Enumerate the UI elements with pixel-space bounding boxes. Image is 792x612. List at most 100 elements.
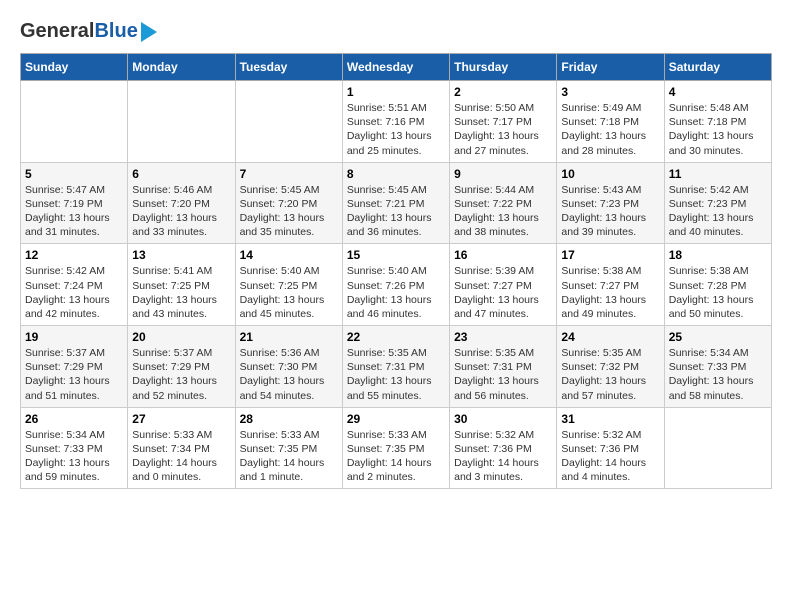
calendar-table: SundayMondayTuesdayWednesdayThursdayFrid…	[20, 53, 772, 489]
logo: GeneralBlue	[20, 20, 157, 43]
calendar-cell: 14Sunrise: 5:40 AMSunset: 7:25 PMDayligh…	[235, 244, 342, 326]
day-number: 17	[561, 248, 659, 262]
day-info: Sunrise: 5:38 AMSunset: 7:28 PMDaylight:…	[669, 264, 767, 321]
day-number: 22	[347, 330, 445, 344]
day-info: Sunrise: 5:46 AMSunset: 7:20 PMDaylight:…	[132, 183, 230, 240]
day-header-sunday: Sunday	[21, 54, 128, 81]
calendar-cell	[21, 81, 128, 163]
calendar-cell: 24 Sunrise: 5:35 AMSunset: 7:32 PMDayligh…	[557, 326, 664, 408]
day-number: 1	[347, 85, 445, 99]
day-number: 29	[347, 412, 445, 426]
day-number: 8	[347, 167, 445, 181]
day-info: Sunrise: 5:42 AMSunset: 7:24 PMDaylight:…	[25, 264, 123, 321]
calendar-cell	[128, 81, 235, 163]
day-header-monday: Monday	[128, 54, 235, 81]
day-info: Sunrise: 5:35 AMSunset: 7:32 PMDaylight:…	[561, 346, 659, 403]
day-number: 24	[561, 330, 659, 344]
page-header: GeneralBlue	[20, 20, 772, 43]
day-number: 28	[240, 412, 338, 426]
calendar-cell: 30 Sunrise: 5:32 AMSunset: 7:36 PMDayligh…	[450, 407, 557, 489]
day-number: 21	[240, 330, 338, 344]
week-row-2: 5 Sunrise: 5:47 AMSunset: 7:19 PMDaylight…	[21, 162, 772, 244]
day-number: 5	[25, 167, 123, 181]
day-info: Sunrise: 5:36 AMSunset: 7:30 PMDaylight:…	[240, 346, 338, 403]
calendar-cell: 19Sunrise: 5:37 AMSunset: 7:29 PMDayligh…	[21, 326, 128, 408]
calendar-cell: 23 Sunrise: 5:35 AMSunset: 7:31 PMDayligh…	[450, 326, 557, 408]
calendar-cell: 17 Sunrise: 5:38 AMSunset: 7:27 PMDayligh…	[557, 244, 664, 326]
day-number: 4	[669, 85, 767, 99]
calendar-cell: 1 Sunrise: 5:51 AMSunset: 7:16 PMDaylight…	[342, 81, 449, 163]
day-header-saturday: Saturday	[664, 54, 771, 81]
day-number: 3	[561, 85, 659, 99]
day-number: 26	[25, 412, 123, 426]
day-number: 19	[25, 330, 123, 344]
week-row-3: 12 Sunrise: 5:42 AMSunset: 7:24 PMDayligh…	[21, 244, 772, 326]
day-number: 25	[669, 330, 767, 344]
day-number: 7	[240, 167, 338, 181]
day-info: Sunrise: 5:32 AMSunset: 7:36 PMDaylight:…	[454, 428, 552, 485]
day-info: Sunrise: 5:34 AMSunset: 7:33 PMDaylight:…	[669, 346, 767, 403]
calendar-cell: 28Sunrise: 5:33 AMSunset: 7:35 PMDayligh…	[235, 407, 342, 489]
calendar-cell: 15 Sunrise: 5:40 AMSunset: 7:26 PMDayligh…	[342, 244, 449, 326]
week-row-4: 19 Sunrise: 5:37 AMSunset: 7:29 PMDayligh…	[21, 326, 772, 408]
day-info: Sunrise: 5:37 AMSunset: 7:29 PMDaylight:…	[132, 346, 230, 403]
day-number: 30	[454, 412, 552, 426]
calendar-cell: 4 Sunrise: 5:48 AMSunset: 7:18 PMDaylight…	[664, 81, 771, 163]
day-number: 15	[347, 248, 445, 262]
calendar-cell: 16 Sunrise: 5:39 AMSunset: 7:27 PMDayligh…	[450, 244, 557, 326]
calendar-cell: 13 Sunrise: 5:41 AMSunset: 7:25 PMDayligh…	[128, 244, 235, 326]
calendar-cell: 6 Sunrise: 5:46 AMSunset: 7:20 PMDaylight…	[128, 162, 235, 244]
day-number: 12	[25, 248, 123, 262]
calendar-cell: 3 Sunrise: 5:49 AMSunset: 7:18 PMDaylight…	[557, 81, 664, 163]
calendar-cell: 31Sunrise: 5:32 AMSunset: 7:36 PMDayligh…	[557, 407, 664, 489]
day-info: Sunrise: 5:45 AMSunset: 7:20 PMDaylight:…	[240, 183, 338, 240]
calendar-cell: 27 Sunrise: 5:33 AMSunset: 7:34 PMDayligh…	[128, 407, 235, 489]
calendar-cell: 26 Sunrise: 5:34 AMSunset: 7:33 PMDayligh…	[21, 407, 128, 489]
day-info: Sunrise: 5:43 AMSunset: 7:23 PMDaylight:…	[561, 183, 659, 240]
calendar-cell	[235, 81, 342, 163]
calendar-cell: 29 Sunrise: 5:33 AMSunset: 7:35 PMDayligh…	[342, 407, 449, 489]
calendar-cell: 5 Sunrise: 5:47 AMSunset: 7:19 PMDaylight…	[21, 162, 128, 244]
calendar-cell: 8Sunrise: 5:45 AMSunset: 7:21 PMDaylight…	[342, 162, 449, 244]
day-info: Sunrise: 5:34 AMSunset: 7:33 PMDaylight:…	[25, 428, 123, 485]
week-row-5: 26 Sunrise: 5:34 AMSunset: 7:33 PMDayligh…	[21, 407, 772, 489]
calendar-cell: 18 Sunrise: 5:38 AMSunset: 7:28 PMDayligh…	[664, 244, 771, 326]
day-number: 16	[454, 248, 552, 262]
day-info: Sunrise: 5:33 AMSunset: 7:34 PMDaylight:…	[132, 428, 230, 485]
calendar-cell: 9Sunrise: 5:44 AMSunset: 7:22 PMDaylight…	[450, 162, 557, 244]
day-header-friday: Friday	[557, 54, 664, 81]
day-info: Sunrise: 5:48 AMSunset: 7:18 PMDaylight:…	[669, 101, 767, 158]
day-header-wednesday: Wednesday	[342, 54, 449, 81]
day-info: Sunrise: 5:38 AMSunset: 7:27 PMDaylight:…	[561, 264, 659, 321]
day-info: Sunrise: 5:41 AMSunset: 7:25 PMDaylight:…	[132, 264, 230, 321]
day-info: Sunrise: 5:32 AMSunset: 7:36 PMDaylight:…	[561, 428, 659, 485]
day-header-tuesday: Tuesday	[235, 54, 342, 81]
day-number: 11	[669, 167, 767, 181]
day-info: Sunrise: 5:44 AMSunset: 7:22 PMDaylight:…	[454, 183, 552, 240]
week-row-1: 1 Sunrise: 5:51 AMSunset: 7:16 PMDaylight…	[21, 81, 772, 163]
day-info: Sunrise: 5:49 AMSunset: 7:18 PMDaylight:…	[561, 101, 659, 158]
calendar-cell: 20 Sunrise: 5:37 AMSunset: 7:29 PMDayligh…	[128, 326, 235, 408]
calendar-cell: 25 Sunrise: 5:34 AMSunset: 7:33 PMDayligh…	[664, 326, 771, 408]
logo-line1: GeneralBlue	[20, 20, 138, 43]
calendar-cell: 2Sunrise: 5:50 AMSunset: 7:17 PMDaylight…	[450, 81, 557, 163]
calendar-cell: 12 Sunrise: 5:42 AMSunset: 7:24 PMDayligh…	[21, 244, 128, 326]
day-number: 14	[240, 248, 338, 262]
day-info: Sunrise: 5:35 AMSunset: 7:31 PMDaylight:…	[347, 346, 445, 403]
day-info: Sunrise: 5:51 AMSunset: 7:16 PMDaylight:…	[347, 101, 445, 158]
day-info: Sunrise: 5:47 AMSunset: 7:19 PMDaylight:…	[25, 183, 123, 240]
day-number: 18	[669, 248, 767, 262]
day-info: Sunrise: 5:39 AMSunset: 7:27 PMDaylight:…	[454, 264, 552, 321]
day-number: 6	[132, 167, 230, 181]
day-number: 20	[132, 330, 230, 344]
day-info: Sunrise: 5:40 AMSunset: 7:26 PMDaylight:…	[347, 264, 445, 321]
day-number: 13	[132, 248, 230, 262]
calendar-cell: 10Sunrise: 5:43 AMSunset: 7:23 PMDayligh…	[557, 162, 664, 244]
day-number: 23	[454, 330, 552, 344]
day-info: Sunrise: 5:33 AMSunset: 7:35 PMDaylight:…	[347, 428, 445, 485]
day-number: 27	[132, 412, 230, 426]
day-header-thursday: Thursday	[450, 54, 557, 81]
day-info: Sunrise: 5:35 AMSunset: 7:31 PMDaylight:…	[454, 346, 552, 403]
day-info: Sunrise: 5:42 AMSunset: 7:23 PMDaylight:…	[669, 183, 767, 240]
day-number: 2	[454, 85, 552, 99]
